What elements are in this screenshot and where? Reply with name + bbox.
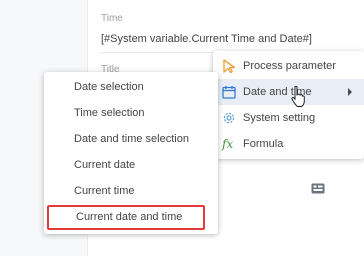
fx-icon: fx (222, 137, 234, 151)
submenu-item-current-time[interactable]: Current time (44, 178, 218, 204)
gear-icon (223, 112, 235, 124)
time-field-value[interactable]: [#System variable.Current Time and Date#… (101, 33, 312, 45)
date-time-submenu: Date selection Time selection Date and t… (44, 72, 218, 234)
menu-item-label: Process parameter (243, 60, 336, 72)
submenu-item-time-selection[interactable]: Time selection (44, 100, 218, 126)
process-parameter-icon (223, 59, 236, 73)
submenu-item-current-date[interactable]: Current date (44, 152, 218, 178)
menu-item-label: Formula (243, 138, 284, 150)
menu-item-process-parameter[interactable]: Process parameter (213, 53, 364, 79)
time-field-label: Time (101, 13, 123, 24)
submenu-item-current-date-and-time[interactable]: Current date and time (47, 205, 205, 230)
insert-value-menu: Process parameter Date and time System s… (213, 51, 364, 159)
chevron-right-icon (348, 88, 352, 96)
submenu-item-date-and-time-selection[interactable]: Date and time selection (44, 126, 218, 152)
mouse-cursor-icon (291, 86, 305, 107)
menu-item-formula[interactable]: fx Formula (213, 131, 364, 157)
submenu-item-date-selection[interactable]: Date selection (44, 74, 218, 100)
menu-item-date-and-time[interactable]: Date and time (213, 79, 364, 105)
variable-insert-icon[interactable] (311, 182, 325, 196)
menu-item-label: System setting (243, 112, 316, 124)
menu-item-system-setting[interactable]: System setting (213, 105, 364, 131)
calendar-icon (222, 86, 236, 99)
